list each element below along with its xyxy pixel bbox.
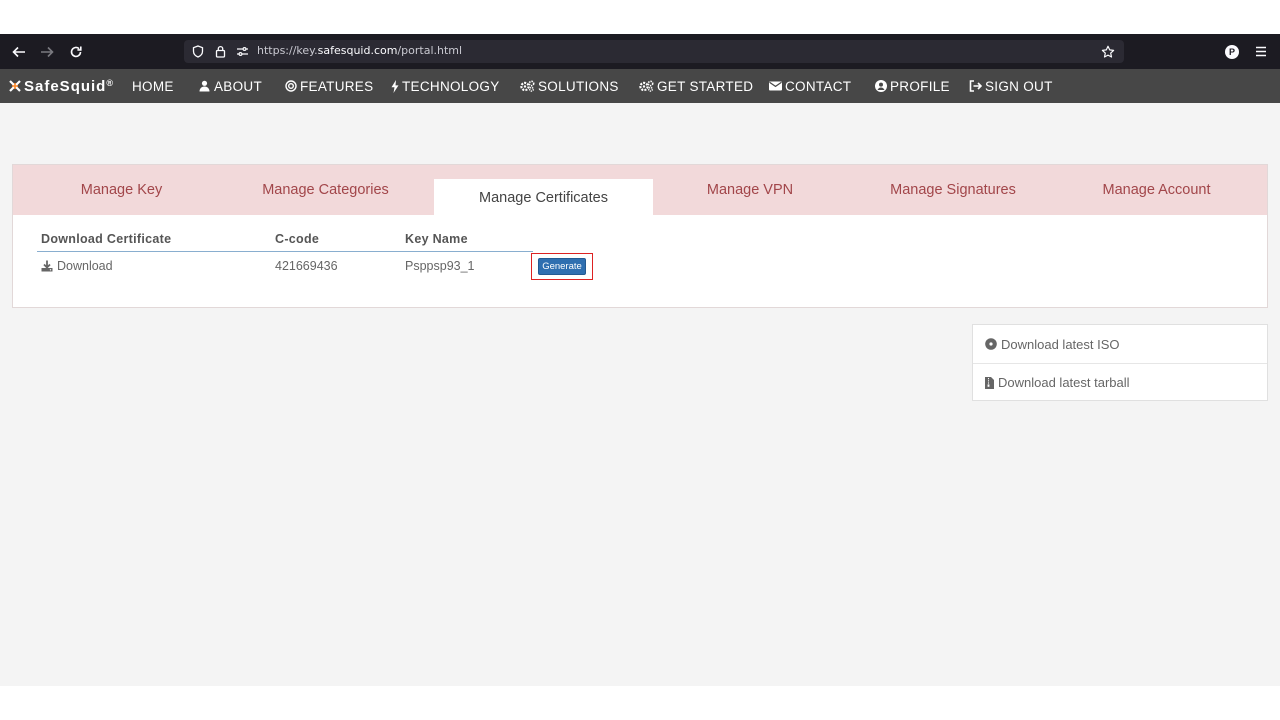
brand-logo[interactable]: SafeSquid ® [8, 69, 114, 103]
site-navbar: SafeSquid ® HOME ABOUT FEATURES TECHNOLOG… [0, 69, 1280, 103]
tab-manage-vpn-label: Manage VPN [706, 182, 794, 198]
tab-manage-categories-label: Manage Categories [262, 182, 389, 198]
download-latest-tarball-label: Download latest tarball [998, 375, 1130, 390]
download-latest-iso-link[interactable]: Download latest ISO [973, 325, 1267, 363]
nav-solutions-label: SOLUTIONS [538, 78, 619, 94]
management-panel: Manage Key Manage Categories Manage Cert… [12, 164, 1268, 308]
nav-technology-label: TECHNOLOGY [402, 78, 500, 94]
tab-manage-key[interactable]: Manage Key [33, 165, 210, 215]
table-header-divider [37, 251, 533, 252]
c-code-value: 421669436 [275, 259, 338, 273]
nav-sign-out-label: SIGN OUT [985, 78, 1053, 94]
download-certificate-link[interactable]: Download [41, 259, 113, 273]
generate-button[interactable]: Generate [538, 258, 586, 275]
envelope-icon [769, 81, 782, 91]
hamburger-menu-icon[interactable] [1252, 34, 1270, 69]
page-content: Manage Key Manage Categories Manage Cert… [0, 103, 1280, 686]
url-path: /portal.html [397, 44, 463, 57]
download-latest-tarball-link[interactable]: Download latest tarball [973, 363, 1267, 401]
user-circle-icon [874, 80, 887, 92]
col-header-download-certificate: Download Certificate [41, 232, 172, 246]
tab-manage-account[interactable]: Manage Account [1079, 165, 1234, 215]
nav-profile-label: PROFILE [890, 78, 950, 94]
forward-icon[interactable] [33, 34, 61, 69]
target-icon [284, 80, 297, 92]
url-scheme: https://key. [257, 44, 318, 57]
lock-icon[interactable] [212, 40, 228, 63]
brand-registered-mark: ® [106, 78, 114, 88]
screen-top-margin [0, 0, 1280, 34]
cogs-icon [638, 80, 654, 92]
tab-manage-key-label: Manage Key [80, 182, 163, 198]
url-host: safesquid.com [317, 44, 398, 57]
screen-bottom-margin [0, 686, 1280, 720]
nav-about[interactable]: ABOUT [198, 69, 262, 103]
disc-icon [985, 338, 997, 350]
squid-logo-icon [9, 80, 21, 92]
tab-manage-categories[interactable]: Manage Categories [233, 165, 418, 215]
generate-highlight-frame: Generate [531, 253, 593, 280]
download-certificate-label: Download [57, 259, 113, 273]
cogs-icon [519, 80, 535, 92]
tab-manage-signatures-label: Manage Signatures [890, 182, 1016, 198]
nav-home[interactable]: HOME [132, 69, 174, 103]
nav-sign-out[interactable]: SIGN OUT [969, 69, 1053, 103]
tab-manage-certificates[interactable]: Manage Certificates [434, 179, 653, 215]
address-bar[interactable]: https://key.safesquid.com/portal.html [184, 40, 1124, 63]
downloads-list: Download latest ISO Download latest tarb… [972, 324, 1268, 401]
tab-manage-vpn[interactable]: Manage VPN [673, 165, 827, 215]
tab-manage-signatures[interactable]: Manage Signatures [863, 165, 1043, 215]
file-archive-icon [985, 376, 994, 389]
nav-features[interactable]: FEATURES [284, 69, 373, 103]
profile-avatar-icon[interactable]: P [1223, 34, 1241, 69]
nav-get-started-label: GET STARTED [657, 78, 754, 94]
nav-features-label: FEATURES [300, 78, 374, 94]
nav-contact[interactable]: CONTACT [769, 69, 851, 103]
browser-toolbar: https://key.safesquid.com/portal.html P [0, 34, 1280, 69]
bookmark-star-icon[interactable] [1099, 40, 1117, 63]
download-icon [41, 260, 53, 272]
brand-name: SafeSquid [24, 77, 107, 95]
sign-out-icon [969, 80, 982, 92]
nav-get-started[interactable]: GET STARTED [638, 69, 753, 103]
key-name-value: Psppsp93_1 [405, 259, 475, 273]
col-header-key-name: Key Name [405, 232, 468, 246]
permissions-icon[interactable] [234, 40, 250, 63]
bolt-icon [390, 79, 399, 93]
profile-initial: P [1225, 44, 1239, 59]
back-icon[interactable] [5, 34, 33, 69]
reload-icon[interactable] [62, 34, 90, 69]
col-header-c-code: C-code [275, 232, 320, 246]
nav-about-label: ABOUT [214, 78, 263, 94]
tab-manage-account-label: Manage Account [1102, 182, 1211, 198]
nav-home-label: HOME [132, 78, 174, 94]
nav-solutions[interactable]: SOLUTIONS [519, 69, 619, 103]
nav-profile[interactable]: PROFILE [874, 69, 950, 103]
shield-icon[interactable] [189, 40, 207, 63]
tab-strip: Manage Key Manage Categories Manage Cert… [13, 165, 1267, 215]
url-text[interactable]: https://key.safesquid.com/portal.html [257, 44, 462, 57]
tab-manage-certificates-label: Manage Certificates [479, 190, 608, 206]
nav-technology[interactable]: TECHNOLOGY [390, 69, 500, 103]
user-icon [198, 80, 211, 92]
nav-contact-label: CONTACT [785, 78, 852, 94]
download-latest-iso-label: Download latest ISO [1001, 336, 1120, 352]
